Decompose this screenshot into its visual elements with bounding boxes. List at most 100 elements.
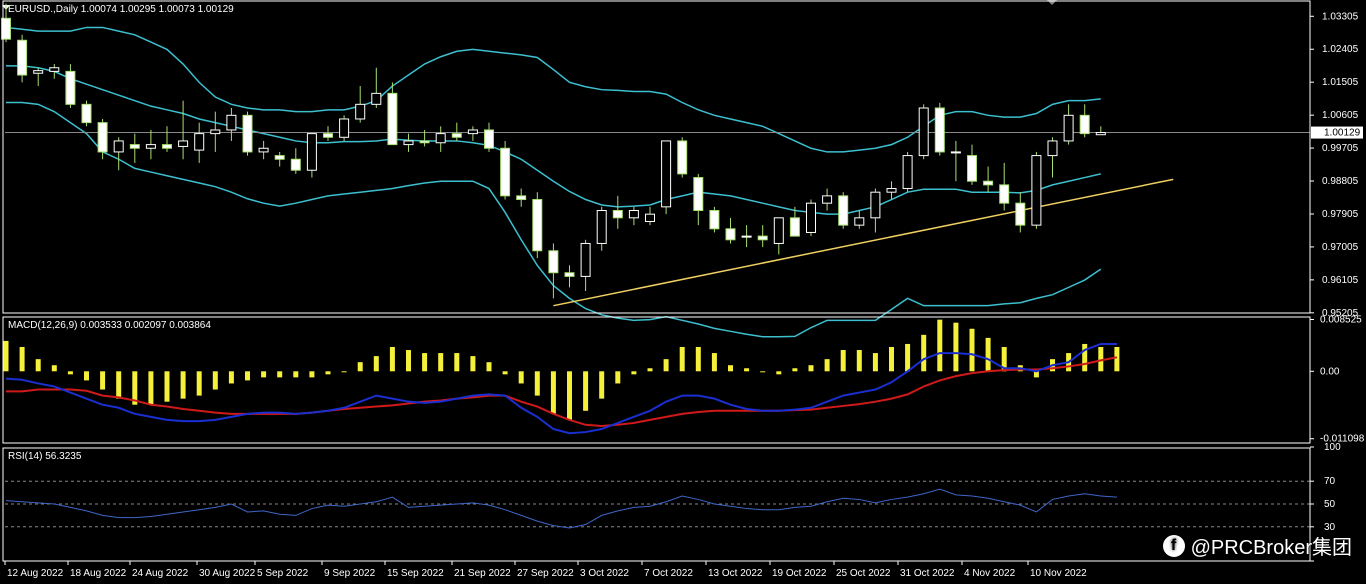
candle-body[interactable] <box>999 184 1010 204</box>
candle-body[interactable] <box>17 39 28 76</box>
candle-body[interactable] <box>178 140 189 147</box>
candle-body[interactable] <box>306 133 317 171</box>
candle-body[interactable] <box>725 228 736 241</box>
candle-body[interactable] <box>467 129 478 135</box>
candle-body[interactable] <box>886 188 897 193</box>
candle-body[interactable] <box>451 133 462 138</box>
candle-body[interactable] <box>693 177 704 211</box>
candle-body[interactable] <box>194 133 205 151</box>
macd-histogram-bar <box>728 365 733 372</box>
x-axis-label: 31 Oct 2022 <box>900 568 955 579</box>
candle-body[interactable] <box>822 195 833 204</box>
macd-histogram-bar <box>454 353 460 372</box>
current-price-label: 1.00129 <box>1324 128 1361 139</box>
macd-histogram-bar <box>695 346 701 372</box>
candle-body[interactable] <box>339 118 350 138</box>
candle-body[interactable] <box>81 103 92 124</box>
candle-body[interactable] <box>323 133 333 138</box>
candle-body[interactable] <box>258 147 269 153</box>
macd-histogram-bar <box>325 371 331 375</box>
candle-body[interactable] <box>1015 202 1026 226</box>
macd-histogram-bar <box>567 371 572 420</box>
candle-body[interactable] <box>628 209 639 219</box>
macd-histogram-bar <box>631 371 637 375</box>
x-axis-label: 12 Aug 2022 <box>7 568 64 579</box>
candle-body[interactable] <box>97 122 108 153</box>
candle-body[interactable] <box>435 133 446 144</box>
macd-histogram-bar <box>373 356 379 372</box>
rsi-axis-label: 70 <box>1324 476 1336 487</box>
candle-body[interactable] <box>532 199 543 252</box>
candle-body[interactable] <box>612 209 623 219</box>
candle-body[interactable] <box>387 92 398 146</box>
candle-body[interactable] <box>419 140 430 144</box>
candle-body[interactable] <box>113 140 124 153</box>
candle-body[interactable] <box>838 195 849 226</box>
candle-body[interactable] <box>789 217 800 237</box>
x-axis-label: 19 Oct 2022 <box>772 568 827 579</box>
candle-body[interactable] <box>371 92 382 105</box>
candle-body[interactable] <box>645 213 655 222</box>
candle-body[interactable] <box>355 103 366 120</box>
candle-body[interactable] <box>274 155 285 160</box>
macd-histogram-bar <box>470 356 476 372</box>
macd-panel: MACD(12,26,9) 0.003533 0.002097 0.003864 <box>3 319 1120 435</box>
candle-body[interactable] <box>290 158 301 171</box>
candle-body[interactable] <box>1079 114 1090 135</box>
candle-body[interactable] <box>983 180 994 186</box>
macd-histogram-bar <box>534 371 540 396</box>
candle-body[interactable] <box>918 107 929 157</box>
candle-body[interactable] <box>226 114 237 131</box>
candle-body[interactable] <box>596 209 607 244</box>
candle-body[interactable] <box>500 147 511 197</box>
candle-body[interactable] <box>33 70 44 74</box>
price-axis-label: 0.97905 <box>1322 209 1359 220</box>
candle-body[interactable] <box>564 272 575 277</box>
macd-histogram-bar <box>953 322 959 372</box>
candle-body[interactable] <box>950 151 961 154</box>
macd-histogram-bar <box>792 368 798 372</box>
candle-body[interactable] <box>403 140 414 146</box>
macd-histogram-bar <box>518 371 524 384</box>
macd-histogram-bar <box>647 368 653 372</box>
candle-body[interactable] <box>806 202 816 233</box>
macd-histogram-bar <box>180 371 186 399</box>
candle-body[interactable] <box>1095 132 1106 136</box>
macd-histogram-bar <box>744 368 750 372</box>
candle-body[interactable] <box>661 140 672 208</box>
candle-body[interactable] <box>1031 155 1042 226</box>
candle-body[interactable] <box>1063 114 1074 142</box>
candle-body[interactable] <box>242 114 253 153</box>
x-axis-label: 15 Sep 2022 <box>387 568 444 579</box>
candle-body[interactable] <box>145 144 156 149</box>
candle-body[interactable] <box>210 129 221 135</box>
candle-body[interactable] <box>854 217 865 226</box>
candle-body[interactable] <box>967 155 977 182</box>
candle-body[interactable] <box>129 144 140 149</box>
price-axis-label: 1.01505 <box>1322 77 1359 88</box>
macd-histogram-bar <box>937 319 943 372</box>
candle-body[interactable] <box>709 209 720 230</box>
macd-histogram-bar <box>19 346 25 372</box>
macd-histogram-bar <box>100 371 106 390</box>
candle-body[interactable] <box>65 70 76 105</box>
candle-body[interactable] <box>548 250 559 274</box>
candle-body[interactable] <box>162 144 172 149</box>
candle-body[interactable] <box>1047 140 1058 157</box>
macd-histogram-bar <box>228 371 234 384</box>
candle-body[interactable] <box>516 195 527 201</box>
candle-body[interactable] <box>902 155 913 190</box>
candle-body[interactable] <box>870 191 881 219</box>
candle-body[interactable] <box>757 235 768 241</box>
candle-body[interactable] <box>49 67 60 72</box>
trendline[interactable] <box>553 178 1174 307</box>
price-axis-label: 0.96105 <box>1322 275 1359 286</box>
candle-body[interactable] <box>741 235 752 238</box>
candle-body[interactable] <box>773 217 784 244</box>
macd-histogram-bar <box>969 328 975 372</box>
macd-histogram-bar <box>856 350 862 372</box>
candle-body[interactable] <box>934 107 945 153</box>
candle-body[interactable] <box>677 140 688 175</box>
candle-body[interactable] <box>484 129 494 149</box>
candle-body[interactable] <box>580 242 591 277</box>
